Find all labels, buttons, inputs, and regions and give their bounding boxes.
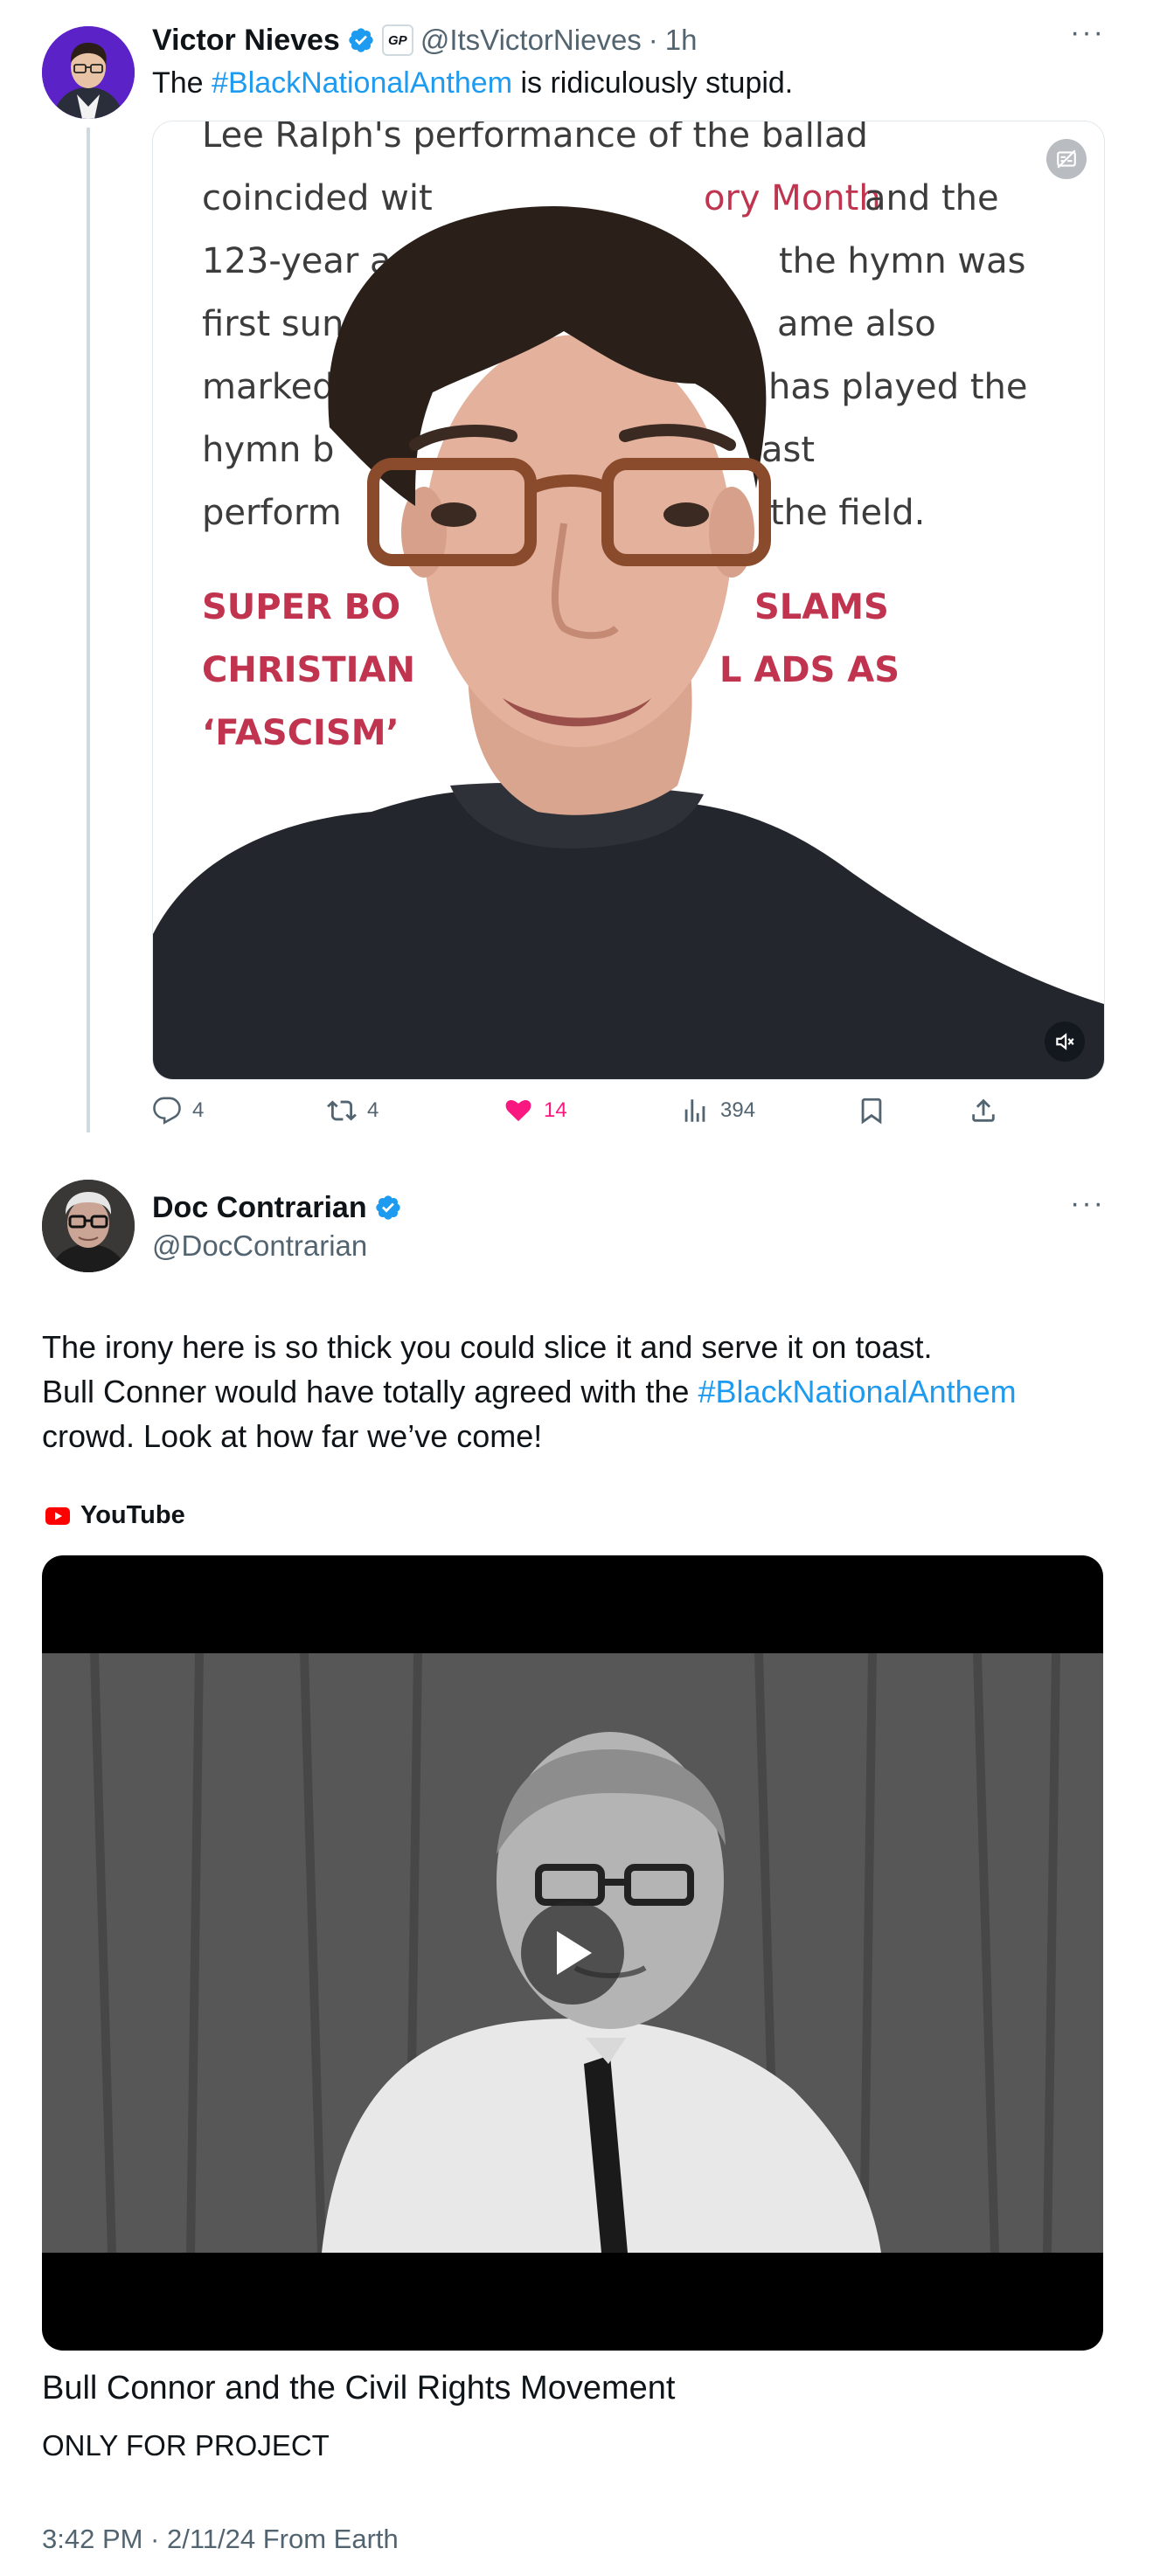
tweet1-text-before: The <box>152 66 212 100</box>
affiliation-badge-gp[interactable]: GP <box>381 24 413 56</box>
author-handle[interactable]: @ItsVictorNieves <box>420 24 642 57</box>
source-name: YouTube <box>80 1501 185 1529</box>
share-button[interactable] <box>969 1096 998 1125</box>
affiliation-badge-text: GP <box>387 32 407 48</box>
author-name[interactable]: Doc Contrarian <box>152 1191 367 1225</box>
tweet-timestamp[interactable]: 3:42 PM · 2/11/24 From Earth <box>42 2520 399 2559</box>
heart-icon <box>505 1099 531 1122</box>
views-chart-icon <box>684 1099 705 1122</box>
tweet1-text-after: is ridiculously stupid. <box>512 66 794 100</box>
tweet2-line3: crowd. Look at how far we’ve come! <box>42 1418 543 1454</box>
thread-connector-line <box>87 128 90 1132</box>
avatar-portrait-icon <box>42 26 135 119</box>
video-person-illustration <box>153 205 1104 1079</box>
hashtag-link[interactable]: #BlackNationalAnthem <box>212 66 512 100</box>
play-button-icon[interactable] <box>521 1901 624 2005</box>
tweet1-header: Victor Nieves GP @ItsVictorNieves · 1h <box>152 19 1114 61</box>
views-button[interactable]: 394 <box>680 1096 755 1125</box>
tweet1-video-player[interactable]: Lee Ralph's performance of the ballad co… <box>152 121 1105 1080</box>
more-options-icon[interactable]: ··· <box>1070 1187 1105 1221</box>
sensitive-content-toggle-icon[interactable] <box>1046 139 1087 179</box>
repost-count: 4 <box>367 1098 379 1122</box>
tweet-time[interactable]: 1h <box>665 24 698 57</box>
avatar-portrait-icon <box>42 1180 135 1272</box>
source-label[interactable]: YouTube <box>45 1501 185 1530</box>
reply-count: 4 <box>192 1098 205 1122</box>
mute-toggle-icon[interactable] <box>1045 1021 1085 1062</box>
reply-button[interactable]: 4 <box>152 1096 204 1125</box>
tweet2-line2: Bull Conner would have totally agreed wi… <box>42 1374 698 1409</box>
youtube-video-embed[interactable] <box>42 1555 1103 2351</box>
bookmark-button[interactable] <box>857 1096 886 1125</box>
header-separator: · <box>648 24 658 56</box>
hashtag-link[interactable]: #BlackNationalAnthem <box>698 1374 1016 1409</box>
repost-button[interactable]: 4 <box>327 1096 379 1125</box>
video-subtitle: ONLY FOR PROJECT <box>42 2429 330 2462</box>
tweet2-line1: The irony here is so thick you could sli… <box>42 1329 933 1365</box>
like-count: 14 <box>544 1098 567 1122</box>
verified-badge-icon <box>374 1194 402 1222</box>
share-icon <box>972 1098 995 1122</box>
like-button[interactable]: 14 <box>504 1096 567 1125</box>
tweet1-text: The #BlackNationalAnthem is ridiculously… <box>152 61 793 105</box>
video-title[interactable]: Bull Connor and the Civil Rights Movemen… <box>42 2366 675 2410</box>
bookmark-icon <box>861 1098 882 1125</box>
avatar-victor-nieves[interactable] <box>42 26 135 119</box>
repost-icon <box>327 1100 357 1121</box>
author-handle[interactable]: @DocContrarian <box>152 1227 1026 1265</box>
reply-icon <box>153 1097 181 1125</box>
tweet2-text: The irony here is so thick you could sli… <box>42 1325 1126 1458</box>
youtube-logo-icon <box>45 1506 70 1525</box>
tweet2-header: Doc Contrarian @DocContrarian <box>152 1188 1026 1265</box>
views-count: 394 <box>720 1098 756 1122</box>
avatar-doc-contrarian[interactable] <box>42 1180 135 1272</box>
tweet1-action-bar: 4 4 14 394 <box>152 1092 1026 1132</box>
author-name[interactable]: Victor Nieves <box>152 24 340 58</box>
verified-badge-icon <box>347 26 375 54</box>
more-options-icon[interactable]: ··· <box>1070 16 1105 50</box>
